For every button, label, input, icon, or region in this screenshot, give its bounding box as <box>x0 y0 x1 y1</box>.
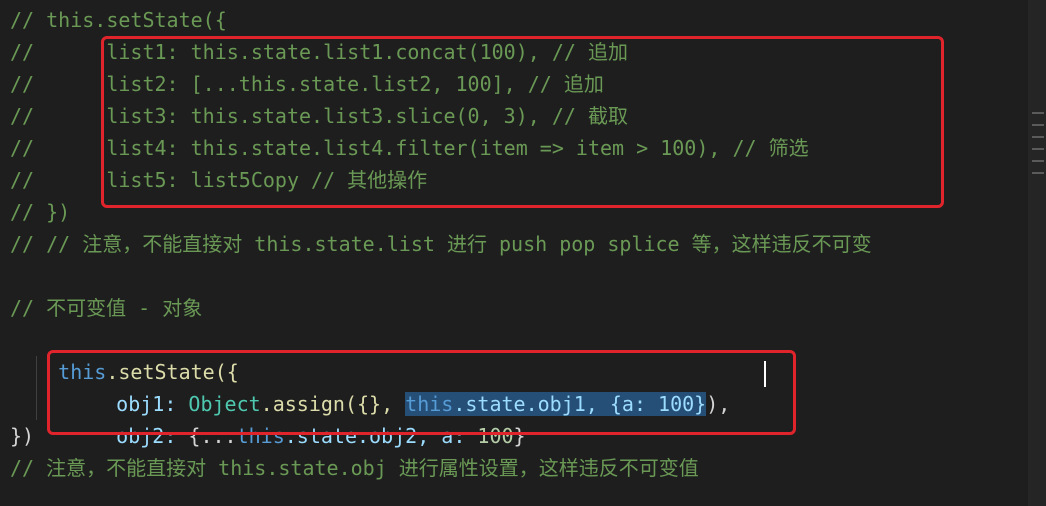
code-line: // }) <box>10 200 71 224</box>
highlight-box-array <box>101 36 944 208</box>
code-line: // 不可变值 - 对象 <box>10 296 203 320</box>
code-line: // 注意，不能直接对 this.state.obj 进行属性设置，这样违反不可… <box>10 456 699 480</box>
minimap-mark <box>1032 124 1044 126</box>
code-editor[interactable]: // this.setState({ // list1: this.state.… <box>0 0 1046 506</box>
highlight-box-object <box>47 350 796 435</box>
minimap-mark <box>1032 148 1044 150</box>
code-line-close: }) <box>10 424 35 448</box>
code-line: // this.setState({ <box>10 8 227 32</box>
code-line: // // 注意，不能直接对 this.state.list 进行 push p… <box>10 232 872 256</box>
minimap-mark <box>1032 136 1044 138</box>
minimap-mark <box>1032 172 1044 174</box>
minimap-mark <box>1032 112 1044 114</box>
minimap-mark <box>1032 160 1044 162</box>
indent-guide <box>36 356 37 420</box>
minimap[interactable] <box>1028 0 1046 506</box>
